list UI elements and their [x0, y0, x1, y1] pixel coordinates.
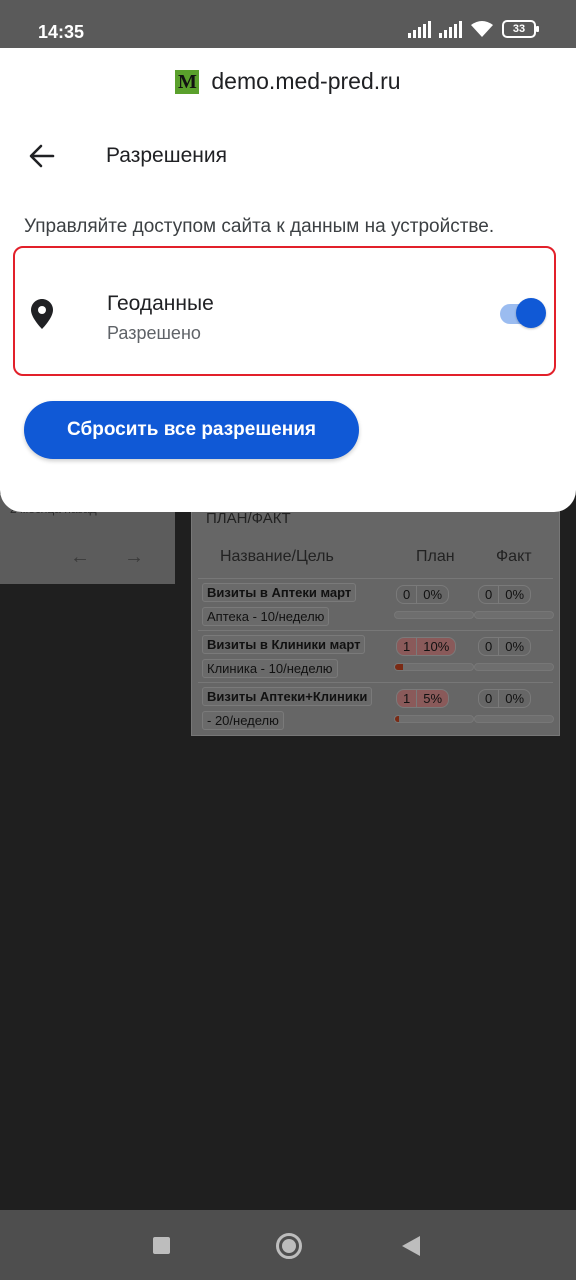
permissions-description: Управляйте доступом сайта к данным на ус… [24, 216, 495, 237]
table-row: Визиты в Клиники март Клиника - 10/недел… [198, 630, 554, 682]
header-fact: Факт [496, 548, 532, 565]
status-icons: 33 [408, 20, 539, 38]
plan-cell: 1 10% [396, 637, 457, 656]
permission-row-location[interactable]: Геоданные Разрешено [13, 246, 556, 376]
plan-progress-bar [394, 663, 474, 671]
plan-cell: 0 0% [396, 585, 450, 604]
row-goal: Клиника - 10/неделю [202, 659, 338, 678]
wifi-icon [471, 21, 493, 37]
header-name: Название/Цель [220, 548, 334, 565]
site-identity: M demo.med-pred.ru [0, 68, 576, 95]
row-goal: - 20/неделю [202, 711, 284, 730]
plan-cell: 1 5% [396, 689, 450, 708]
location-pin-icon [31, 299, 53, 329]
table-row: Визиты в Аптеки март Аптека - 10/неделю … [198, 578, 554, 630]
arrow-left-icon [29, 144, 55, 168]
plan-fact-title: ПЛАН/ФАКТ [206, 510, 291, 527]
permission-name: Геоданные [107, 292, 214, 315]
fact-progress-bar [474, 663, 554, 671]
row-name: Визиты в Клиники март [202, 635, 366, 654]
fact-cell: 0 0% [478, 637, 532, 656]
sheet-title: Разрешения [106, 144, 227, 167]
signal-icon [408, 20, 431, 38]
permission-toggle[interactable] [498, 298, 546, 330]
header-plan: План [416, 548, 455, 565]
permissions-sheet: M demo.med-pred.ru Разрешения Управляйте… [0, 48, 576, 512]
signal-icon-2 [439, 20, 462, 38]
permission-status: Разрешено [107, 323, 201, 343]
plan-progress-bar [394, 611, 474, 619]
row-name: Визиты Аптеки+Клиники [202, 687, 373, 706]
fact-progress-bar [474, 611, 554, 619]
row-goal: Аптека - 10/неделю [202, 607, 330, 626]
plan-fact-table: ПЛАН/ФАКТ Название/Цель План Факт Визиты… [191, 501, 560, 736]
row-name: Визиты в Аптеки март [202, 583, 357, 602]
back-button[interactable] [20, 134, 64, 178]
home-button[interactable] [276, 1233, 302, 1259]
fact-cell: 0 0% [478, 689, 532, 708]
battery-icon: 33 [502, 20, 539, 38]
plan-progress-bar [394, 715, 474, 723]
recent-apps-button[interactable] [153, 1237, 170, 1254]
table-row: Визиты Аптеки+Клиники - 20/неделю 1 5% 00… [198, 682, 554, 734]
reset-permissions-button[interactable]: Сбросить все разрешения [24, 401, 359, 459]
fact-cell: 0 0% [478, 585, 532, 604]
site-favicon-icon: M [175, 69, 200, 94]
background-nav-arrows: ←→ [70, 546, 178, 568]
status-time: 14:35 [38, 22, 85, 42]
fact-progress-bar [474, 715, 554, 723]
navigation-bar [0, 1210, 576, 1280]
site-domain: demo.med-pred.ru [211, 68, 401, 94]
toggle-thumb [516, 298, 546, 328]
back-nav-button[interactable] [402, 1236, 420, 1256]
